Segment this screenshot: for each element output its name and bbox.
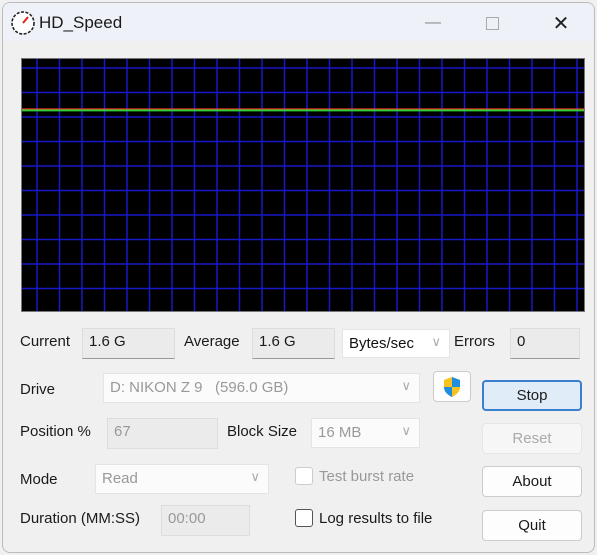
minimize-button[interactable]: —: [418, 11, 448, 35]
duration-label: Duration (MM:SS): [20, 510, 141, 527]
current-label: Current: [20, 333, 71, 350]
mode-value: Read: [102, 470, 138, 487]
hd-speed-window: HD_Speed — ✕ Current 1.6 G Average 1.6 G…: [2, 2, 595, 553]
mode-select[interactable]: Read ∨: [95, 464, 269, 494]
errors-label: Errors: [454, 333, 495, 350]
position-value: 67: [107, 418, 218, 449]
stop-button[interactable]: Stop: [482, 380, 582, 411]
average-label: Average: [184, 333, 240, 350]
log-results-checkbox[interactable]: [295, 509, 313, 527]
title-bar: HD_Speed — ✕: [3, 3, 594, 41]
burst-rate-label: Test burst rate: [319, 468, 415, 485]
unit-select[interactable]: Bytes/sec ∨: [342, 329, 450, 358]
position-label: Position %: [20, 423, 91, 440]
quit-button[interactable]: Quit: [482, 510, 582, 541]
drive-select[interactable]: D: NIKON Z 9 (596.0 GB) ∨: [103, 373, 420, 403]
uac-shield-icon: [444, 376, 460, 397]
close-button[interactable]: ✕: [546, 11, 576, 35]
chevron-down-icon: ∨: [401, 423, 411, 438]
current-value: 1.6 G: [82, 328, 175, 359]
window-title: HD_Speed: [39, 13, 123, 32]
chevron-down-icon: ∨: [401, 378, 411, 393]
about-button[interactable]: About: [482, 466, 582, 497]
errors-value: 0: [510, 328, 580, 359]
maximize-button[interactable]: [477, 11, 507, 35]
speed-graph: [21, 58, 585, 312]
duration-value: 00:00: [161, 505, 250, 536]
unit-value: Bytes/sec: [349, 335, 415, 352]
reset-button[interactable]: Reset: [482, 423, 582, 454]
burst-rate-checkbox[interactable]: [295, 467, 313, 485]
mode-label: Mode: [20, 471, 58, 488]
block-size-value: 16 MB: [318, 424, 362, 441]
block-size-label: Block Size: [227, 423, 298, 440]
chevron-down-icon: ∨: [431, 334, 441, 349]
block-size-select[interactable]: 16 MB ∨: [311, 418, 420, 448]
elevate-button[interactable]: [433, 371, 471, 402]
stopwatch-icon: [11, 11, 35, 35]
average-value: 1.6 G: [252, 328, 335, 359]
drive-value: D: NIKON Z 9 (596.0 GB): [110, 379, 289, 396]
chevron-down-icon: ∨: [250, 469, 260, 484]
log-results-label: Log results to file: [319, 510, 433, 527]
drive-label: Drive: [20, 381, 56, 398]
